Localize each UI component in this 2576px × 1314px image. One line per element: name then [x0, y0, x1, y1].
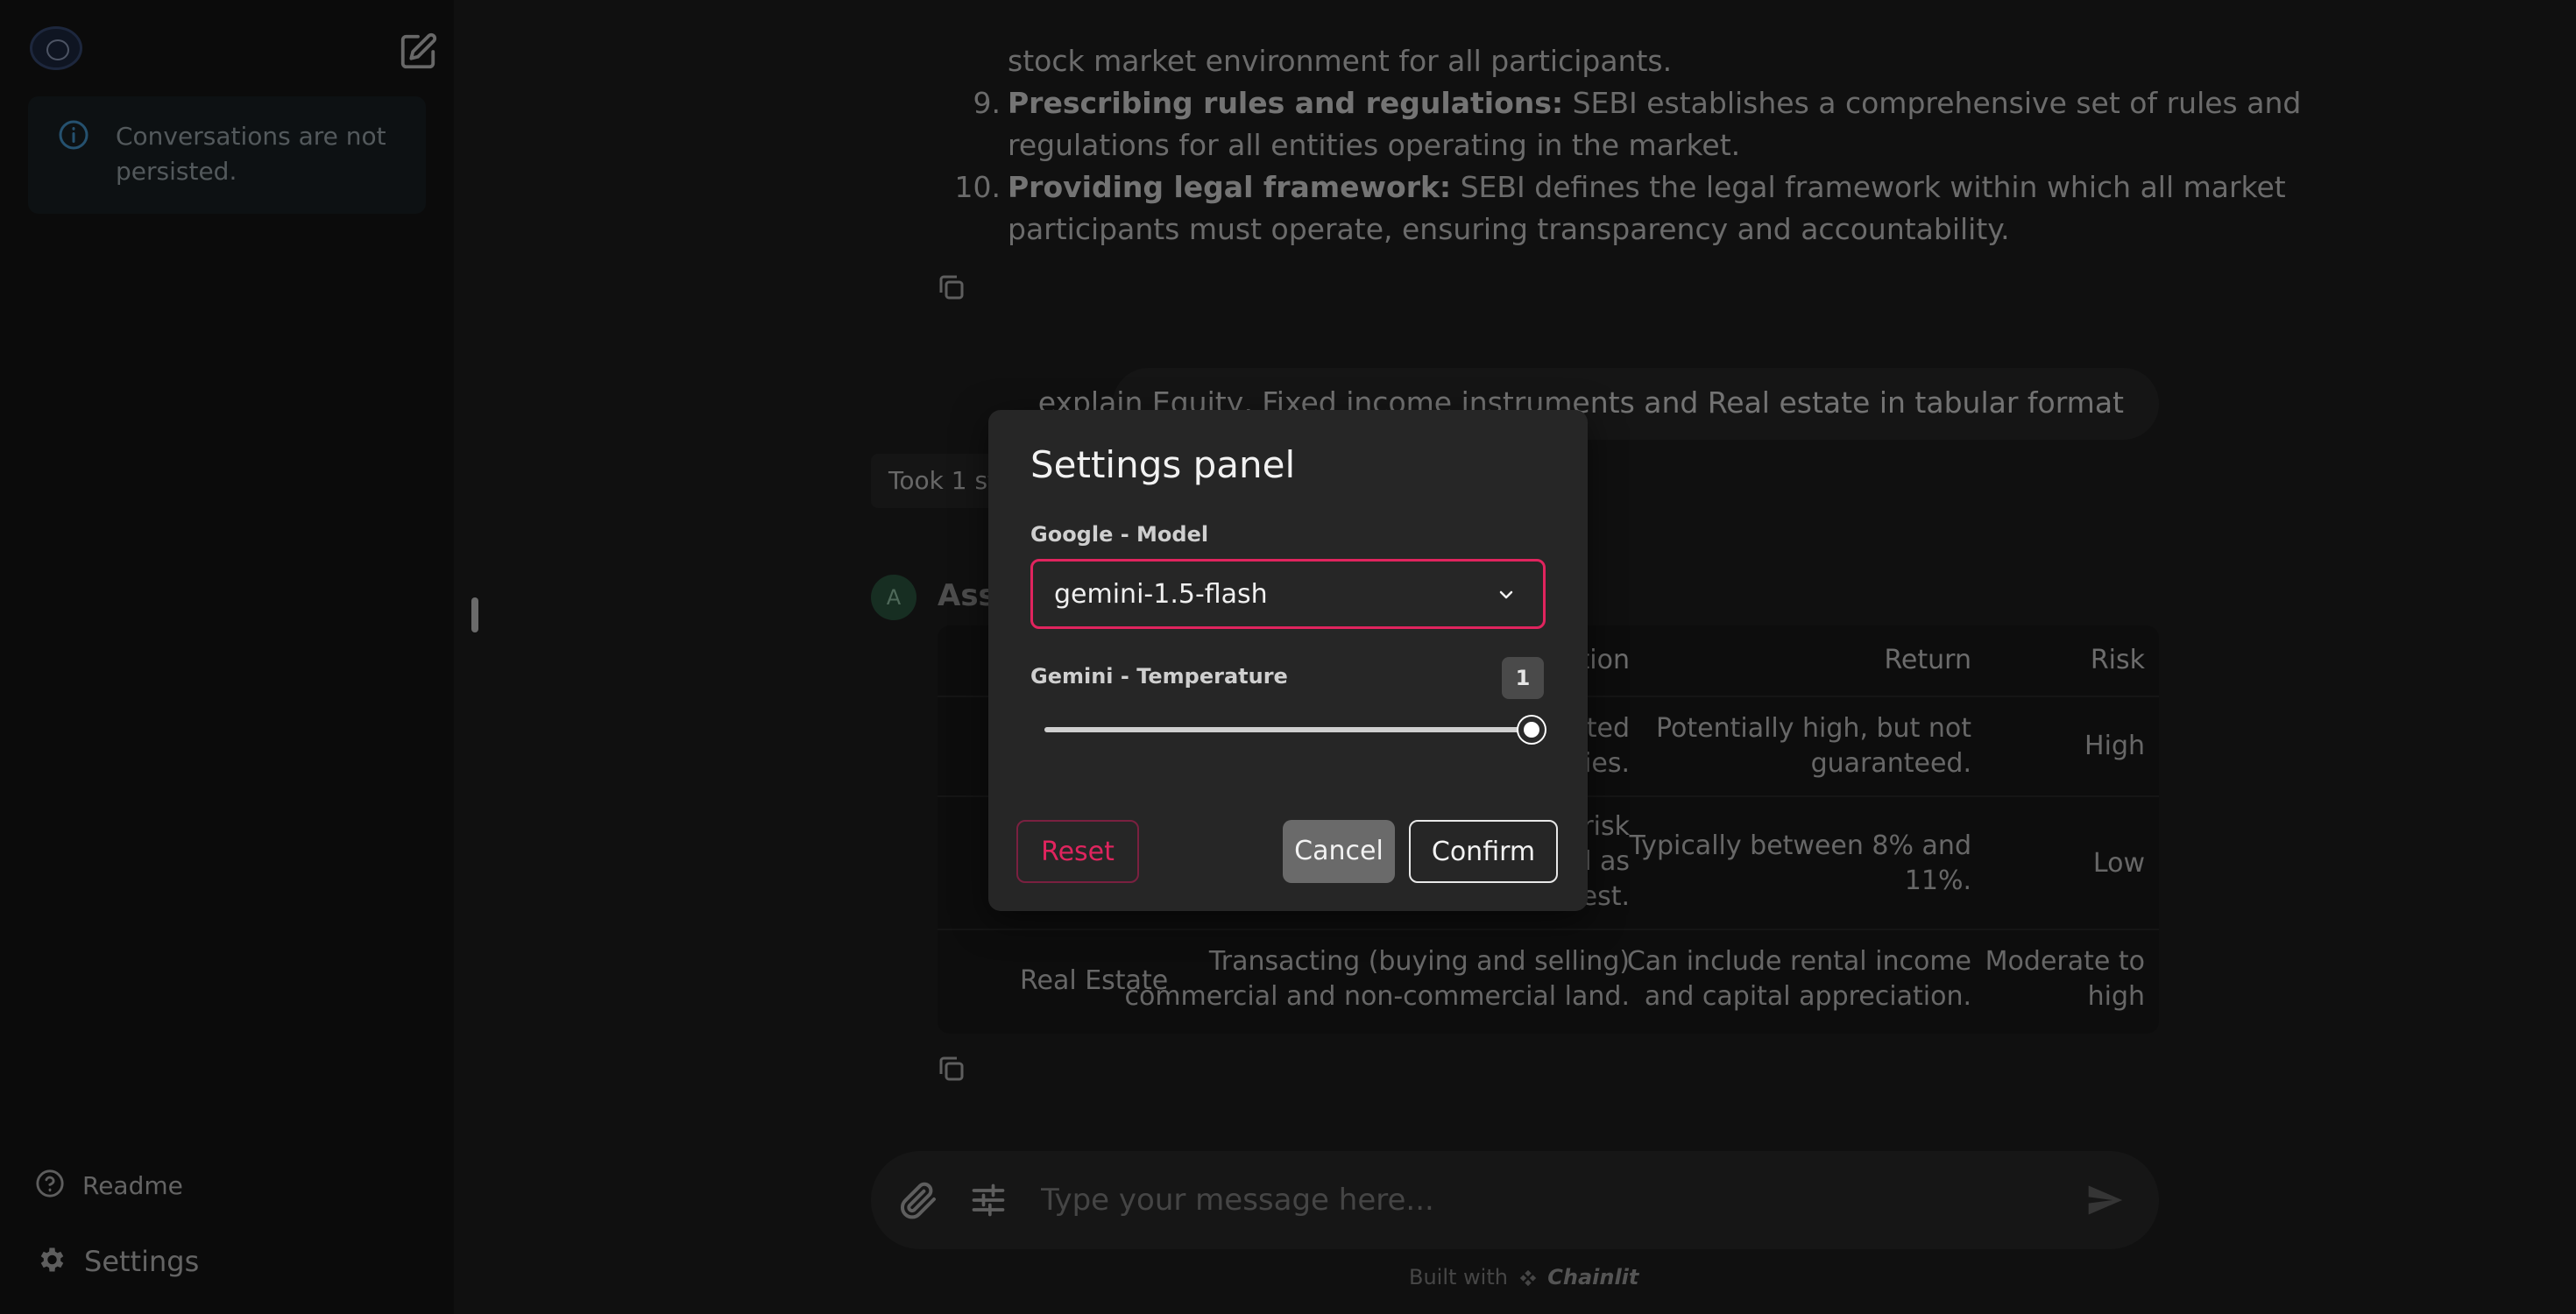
- settings-modal: Settings panel Google - Model gemini-1.5…: [988, 410, 1588, 911]
- temperature-value-badge: 1: [1502, 657, 1544, 699]
- temperature-slider-fill: [1044, 727, 1532, 732]
- temperature-label: Gemini - Temperature: [1030, 664, 1288, 689]
- modal-title: Settings panel: [1030, 443, 1296, 486]
- model-label: Google - Model: [1030, 522, 1209, 547]
- reset-button[interactable]: Reset: [1016, 820, 1139, 883]
- model-select-value: gemini-1.5-flash: [1054, 579, 1268, 610]
- confirm-button[interactable]: Confirm: [1409, 820, 1558, 883]
- cancel-button[interactable]: Cancel: [1283, 820, 1395, 883]
- temperature-slider[interactable]: [1044, 717, 1545, 743]
- chevron-down-icon: [1496, 584, 1517, 605]
- temperature-slider-thumb[interactable]: [1518, 717, 1545, 743]
- model-select[interactable]: gemini-1.5-flash: [1030, 559, 1546, 629]
